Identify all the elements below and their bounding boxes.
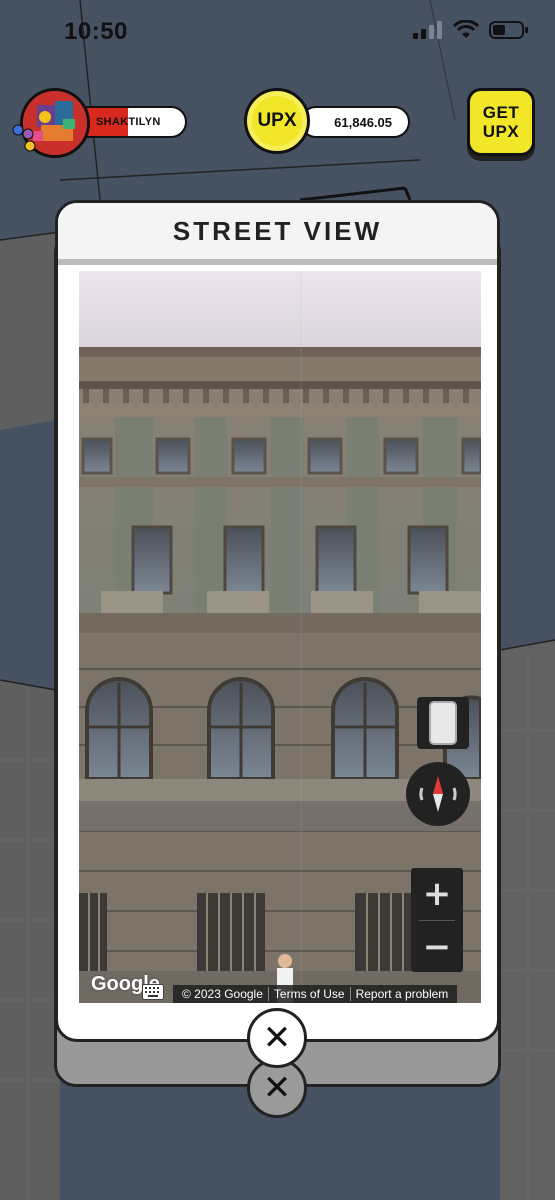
modal-header: STREET VIEW: [58, 203, 497, 265]
get-upx-line2: UPX: [482, 122, 520, 141]
terms-link[interactable]: Terms of Use: [267, 987, 350, 1001]
avatar-badges-icon: [12, 124, 36, 152]
modal-title: STREET VIEW: [172, 215, 383, 246]
upx-balance: 61,846.05: [334, 114, 392, 130]
zoom-in-button[interactable]: +: [411, 868, 463, 920]
compass-button[interactable]: [406, 762, 470, 826]
zoom-controls: + −: [411, 868, 463, 972]
compass-icon: [419, 776, 457, 812]
status-icons: [413, 20, 529, 40]
phone-icon: [429, 701, 457, 745]
status-time: 10:50: [64, 18, 128, 45]
close-button[interactable]: ✕: [247, 1008, 307, 1068]
upx-coin-label: UPX: [257, 110, 297, 131]
street-view-panorama[interactable]: + − Google © 2023 Google Terms of Use Re…: [79, 271, 481, 1003]
upx-coin-icon[interactable]: UPX: [244, 88, 310, 154]
player-name: SHAKTILYN: [96, 116, 161, 128]
cellular-signal-icon: [413, 21, 442, 39]
upx-balance-pill[interactable]: 61,846.05: [300, 106, 410, 138]
status-bar: 10:50: [0, 0, 555, 64]
device-orientation-button[interactable]: [417, 697, 469, 749]
street-view-footer: © 2023 Google Terms of Use Report a prob…: [173, 985, 458, 1003]
get-upx-line1: GET: [482, 103, 520, 122]
street-view-modal: STREET VIEW + − Google © 2023 Google Ter…: [55, 200, 500, 1042]
zoom-out-button[interactable]: −: [411, 921, 463, 973]
keyboard-icon[interactable]: [142, 984, 164, 1000]
get-upx-button[interactable]: GET UPX: [467, 88, 535, 156]
copyright-text: © 2023 Google: [182, 987, 263, 1001]
report-problem-link[interactable]: Report a problem: [349, 987, 454, 1001]
wifi-icon: [453, 20, 479, 38]
battery-icon: [489, 21, 528, 39]
